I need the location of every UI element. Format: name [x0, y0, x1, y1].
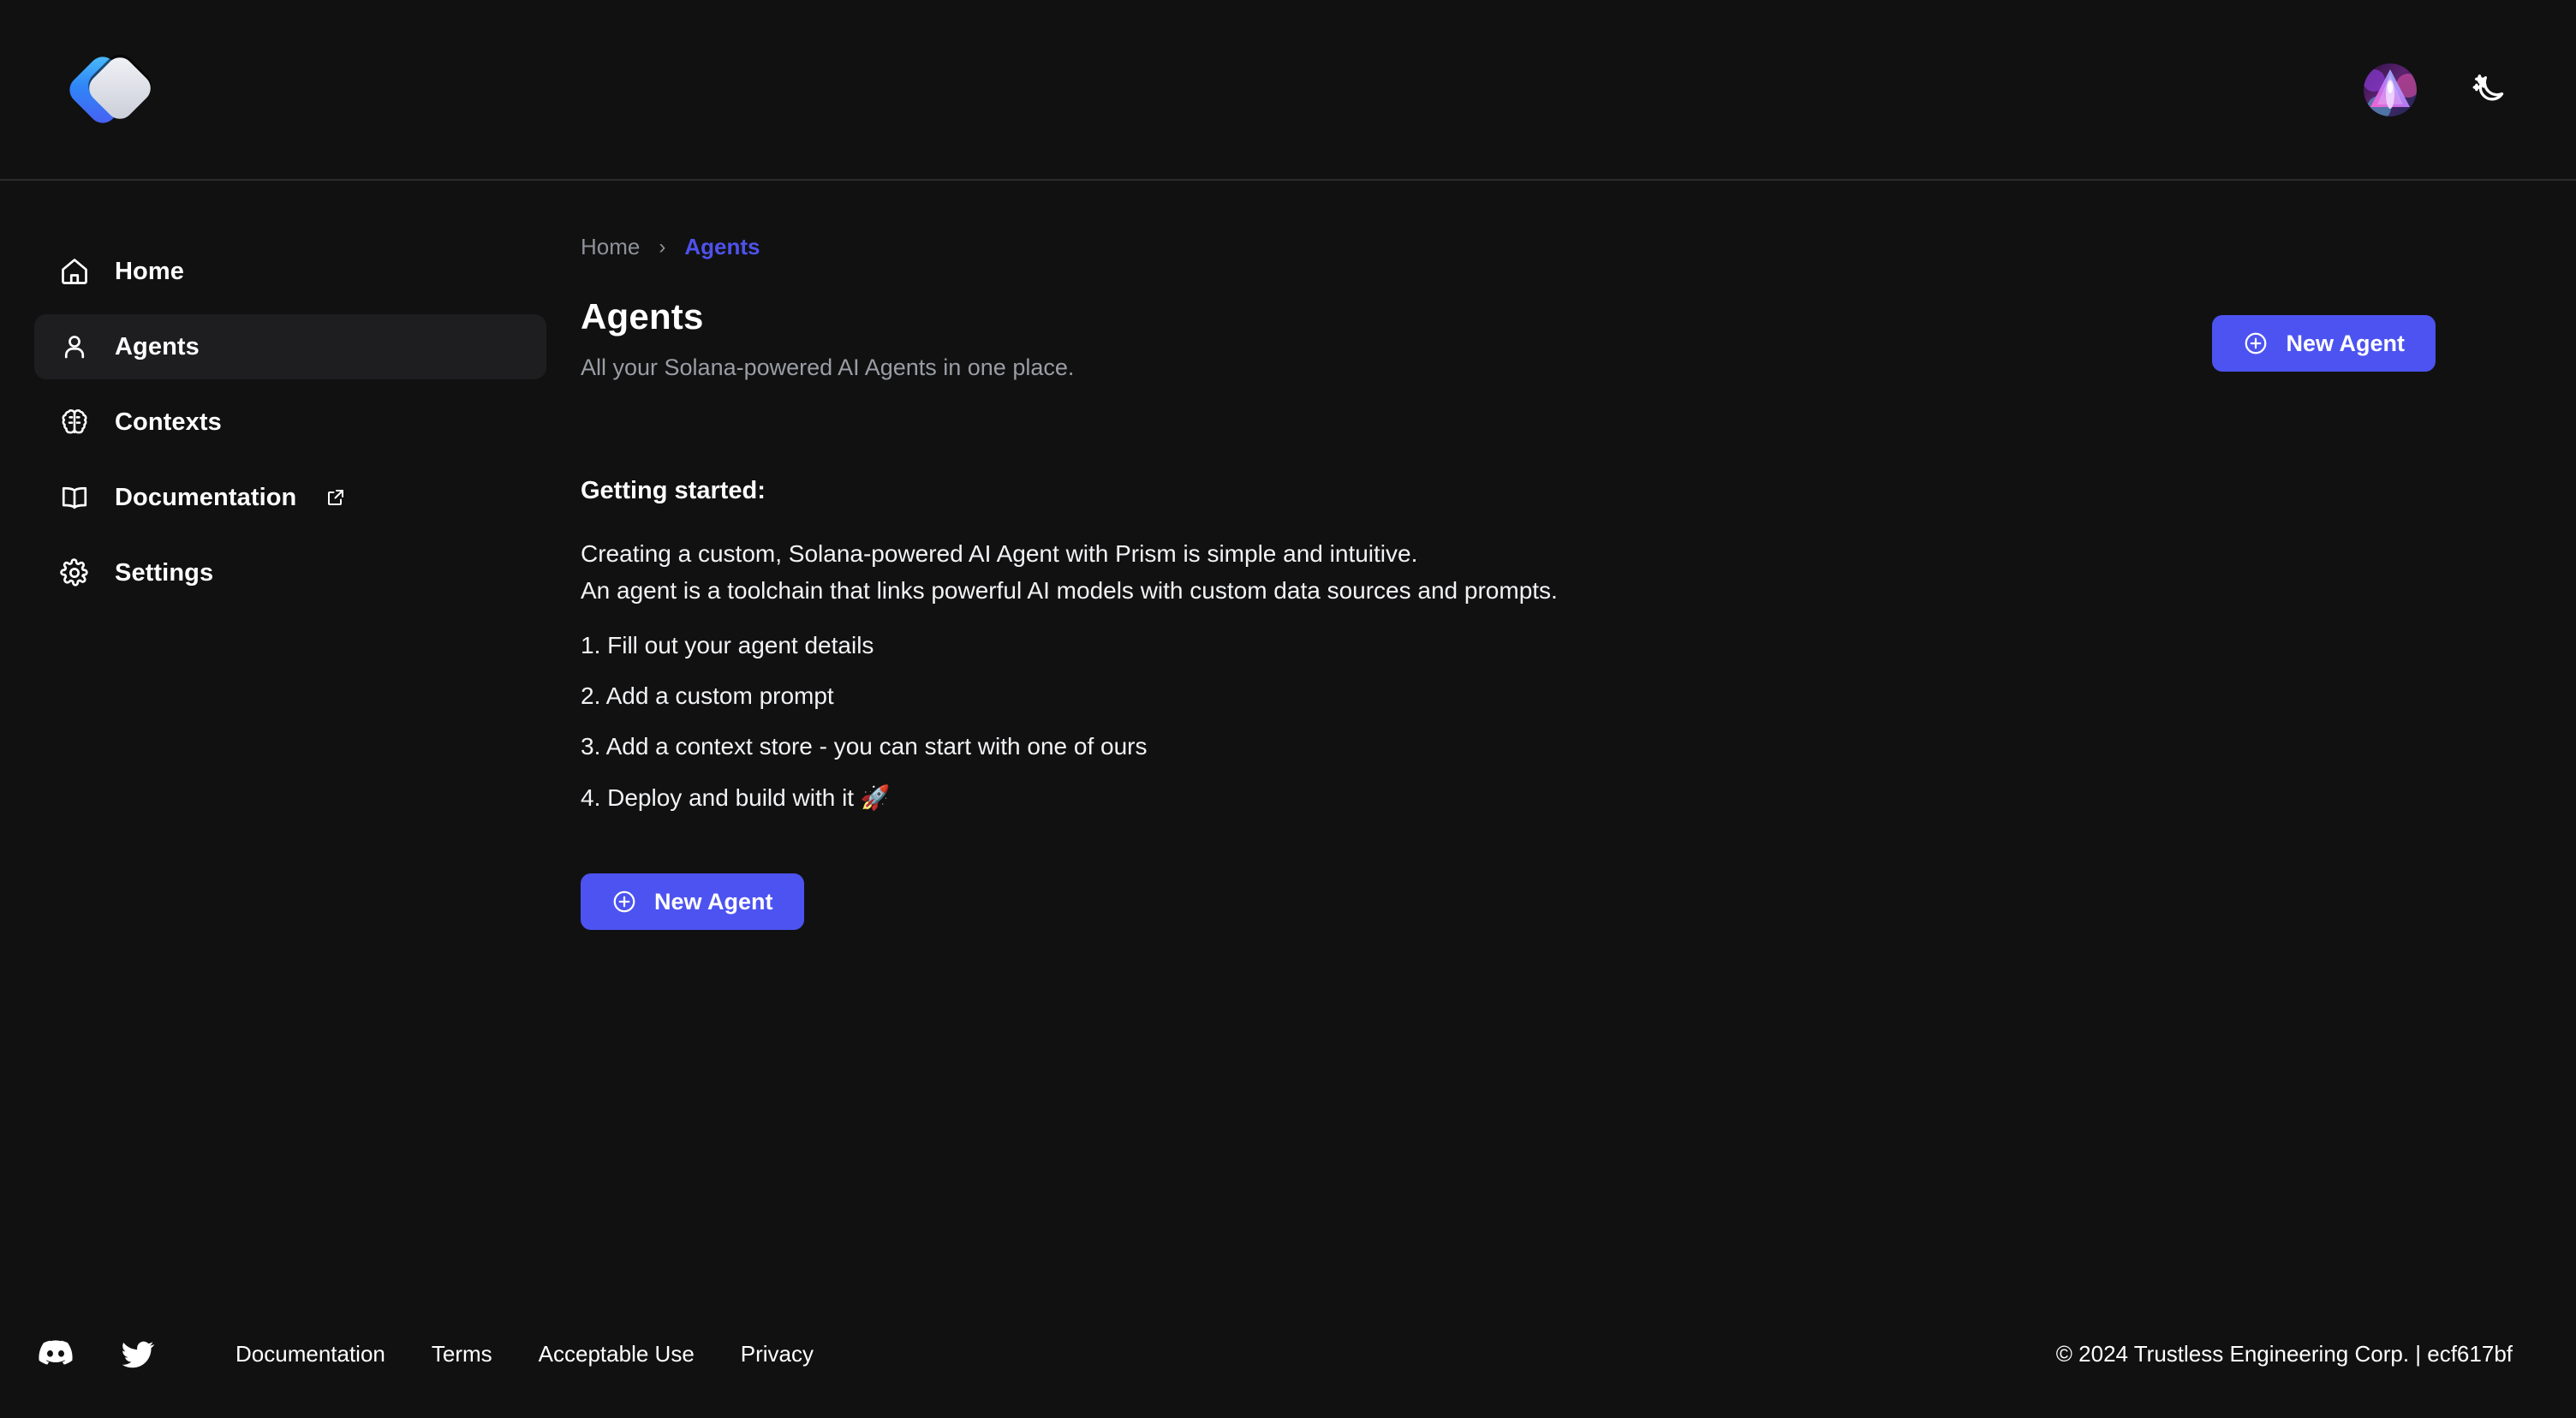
intro-line-2: An agent is a toolchain that links power… — [581, 576, 1558, 604]
breadcrumb-home[interactable]: Home — [581, 234, 640, 260]
sidebar-item-label: Contexts — [115, 408, 222, 436]
sidebar: Home Agents Contexts Documentation Setti… — [0, 181, 581, 1290]
footer-left: Documentation Terms Acceptable Use Priva… — [29, 1333, 837, 1374]
title-block: Agents All your Solana-powered AI Agents… — [581, 296, 1074, 381]
sidebar-item-documentation[interactable]: Documentation — [34, 465, 546, 530]
app-header — [0, 0, 2576, 181]
gear-icon — [58, 557, 91, 589]
getting-started-section: Getting started: Creating a custom, Sola… — [581, 477, 2490, 931]
getting-started-step: 2. Add a custom prompt — [581, 682, 834, 710]
footer-link-terms[interactable]: Terms — [408, 1341, 516, 1367]
sidebar-item-label: Agents — [115, 332, 200, 360]
chevron-right-icon: › — [659, 235, 666, 259]
app-footer: Documentation Terms Acceptable Use Priva… — [0, 1290, 2576, 1418]
theme-toggle-button[interactable] — [2465, 66, 2513, 114]
breadcrumb-current[interactable]: Agents — [684, 234, 760, 260]
plus-circle-icon — [2243, 331, 2269, 356]
new-agent-button-label: New Agent — [654, 888, 773, 915]
plus-circle-icon — [611, 889, 637, 915]
avatar-image — [2364, 63, 2417, 116]
new-agent-button-top[interactable]: New Agent — [2212, 315, 2436, 372]
getting-started-step: 4. Deploy and build with it 🚀 — [581, 784, 891, 812]
breadcrumb: Home › Agents — [581, 234, 2490, 260]
sidebar-item-settings[interactable]: Settings — [34, 540, 546, 605]
secondary-action-holder: New Agent — [581, 873, 2490, 931]
footer-link-acceptable-use[interactable]: Acceptable Use — [516, 1341, 718, 1367]
footer-links: Documentation Terms Acceptable Use Priva… — [212, 1341, 837, 1367]
title-row: Agents All your Solana-powered AI Agents… — [581, 296, 2490, 381]
external-link-icon — [325, 487, 346, 508]
footer-link-documentation[interactable]: Documentation — [212, 1341, 408, 1367]
intro-line-1: Creating a custom, Solana-powered AI Age… — [581, 540, 1418, 567]
header-actions — [2364, 63, 2513, 116]
sidebar-item-label: Documentation — [115, 483, 297, 511]
header-action-holder: New Agent — [2212, 296, 2490, 372]
footer-link-privacy[interactable]: Privacy — [718, 1341, 837, 1367]
twitter-icon[interactable] — [111, 1333, 164, 1374]
sidebar-item-contexts[interactable]: Contexts — [34, 390, 546, 455]
sidebar-item-label: Settings — [115, 558, 214, 587]
new-agent-button-label: New Agent — [2286, 330, 2405, 356]
body-row: Home Agents Contexts Documentation Setti… — [0, 181, 2576, 1290]
app-root: Home Agents Contexts Documentation Setti… — [0, 0, 2576, 1418]
getting-started-step: 3. Add a context store - you can start w… — [581, 733, 1148, 760]
sidebar-item-home[interactable]: Home — [34, 239, 546, 304]
main-content: Home › Agents Agents All your Solana-pow… — [581, 181, 2576, 1290]
new-agent-button-body[interactable]: New Agent — [581, 873, 804, 931]
getting-started-heading: Getting started: — [581, 477, 766, 504]
discord-icon[interactable] — [29, 1333, 82, 1374]
home-icon — [58, 255, 91, 288]
book-icon — [58, 481, 91, 514]
moon-stars-icon — [2472, 74, 2504, 100]
page-subtitle: All your Solana-powered AI Agents in one… — [581, 354, 1075, 380]
getting-started-step: 1. Fill out your agent details — [581, 632, 874, 659]
person-icon — [58, 331, 91, 363]
prism-logo[interactable] — [63, 51, 157, 129]
brain-icon — [58, 406, 91, 438]
sidebar-item-label: Home — [115, 257, 184, 285]
page-title: Agents — [581, 296, 704, 337]
sidebar-item-agents[interactable]: Agents — [34, 314, 546, 379]
footer-copyright: © 2024 Trustless Engineering Corp. | ecf… — [2055, 1340, 2513, 1367]
user-avatar[interactable] — [2364, 63, 2417, 116]
